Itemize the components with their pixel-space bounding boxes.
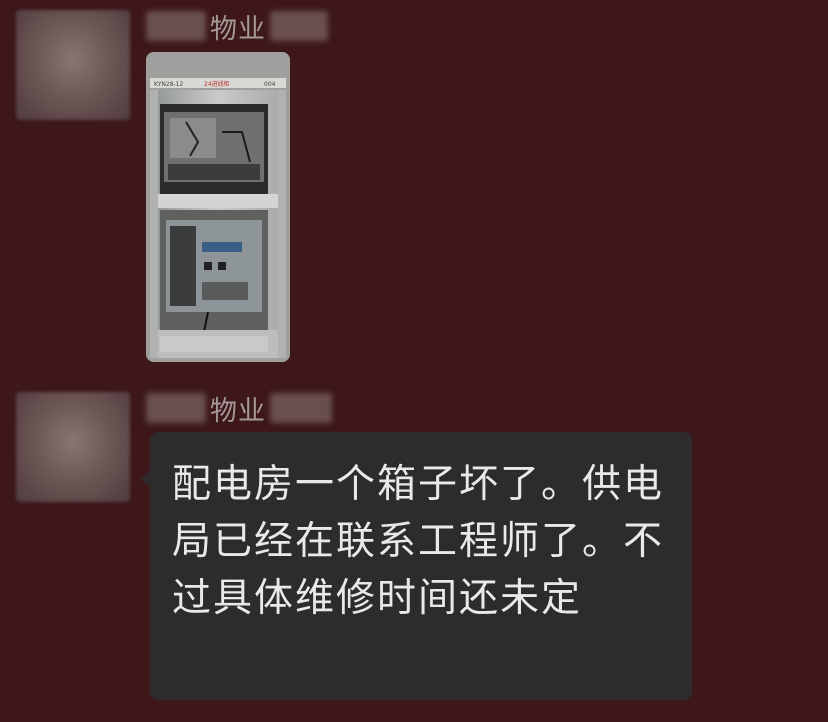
sender-name-label: 物业: [210, 395, 266, 427]
avatar[interactable]: [16, 392, 130, 502]
redacted-name-suffix: [270, 11, 328, 41]
avatar[interactable]: [16, 10, 130, 120]
cabinet-label-center: 24进线柜: [204, 80, 230, 88]
cabinet-label-right: 004: [264, 81, 276, 88]
sender-name-label: 物业: [210, 13, 266, 45]
sender-name: 物业: [146, 390, 332, 427]
message-photo[interactable]: KYN28-12 24进线柜 004: [146, 52, 290, 362]
message-text: 配电房一个箱子坏了。供电局已经在联系工程师了。不过具体维修时间还未定: [172, 462, 665, 621]
message-bubble[interactable]: 配电房一个箱子坏了。供电局已经在联系工程师了。不过具体维修时间还未定: [141, 432, 692, 700]
chat-message-image: 物业 KYN28-12 24进线柜 004: [0, 0, 828, 372]
sender-name: 物业: [146, 8, 328, 45]
switchgear-cabinet-photo: KYN28-12 24进线柜 004: [146, 52, 290, 362]
redacted-name-prefix: [146, 11, 206, 41]
redacted-name-prefix: [146, 393, 206, 423]
redacted-name-suffix: [270, 393, 332, 423]
cabinet-label-left: KYN28-12: [154, 81, 183, 88]
